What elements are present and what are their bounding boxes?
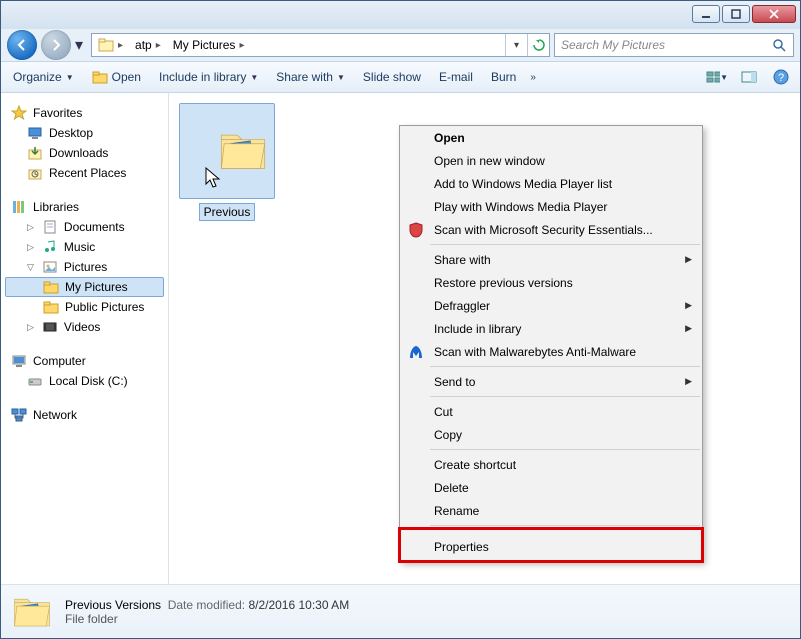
ctx-share-with[interactable]: Share with [400, 248, 702, 271]
sidebar-my-pictures[interactable]: My Pictures [5, 277, 164, 297]
network-header[interactable]: Network [5, 405, 164, 425]
music-icon [42, 239, 58, 255]
documents-icon [42, 219, 58, 235]
search-placeholder: Search My Pictures [561, 38, 665, 52]
details-mod-value: 8/2/2016 10:30 AM [248, 598, 349, 612]
maximize-button[interactable] [722, 5, 750, 23]
sidebar-pictures[interactable]: ▽Pictures [5, 257, 164, 277]
back-button[interactable] [7, 30, 37, 60]
folder-large-icon [179, 103, 275, 199]
content-pane[interactable]: Previous Open Open in new window Add to … [169, 93, 800, 584]
ctx-include-library[interactable]: Include in library [400, 317, 702, 340]
downloads-icon [27, 145, 43, 161]
sidebar-documents[interactable]: ▷Documents [5, 217, 164, 237]
search-input[interactable]: Search My Pictures [554, 33, 794, 57]
breadcrumb-seg[interactable]: atp [135, 38, 152, 52]
computer-header[interactable]: Computer [5, 351, 164, 371]
forward-button[interactable] [41, 30, 71, 60]
folder-item[interactable]: Previous [179, 103, 275, 221]
open-button[interactable]: Open [88, 66, 145, 88]
slideshow-button[interactable]: Slide show [359, 67, 425, 87]
libraries-icon [11, 199, 27, 215]
ctx-create-shortcut[interactable]: Create shortcut [400, 453, 702, 476]
sidebar-local-disk[interactable]: Local Disk (C:) [5, 371, 164, 391]
folder-icon [43, 279, 59, 295]
folder-icon [43, 299, 59, 315]
separator [430, 525, 700, 526]
ctx-open[interactable]: Open [400, 126, 702, 149]
nav-row: ▾ ▸ atp▸ My Pictures▸ ▾ Search My Pictur… [1, 29, 800, 61]
address-bar[interactable]: ▸ atp▸ My Pictures▸ ▾ [91, 33, 550, 57]
ctx-scan-mbam[interactable]: Scan with Malwarebytes Anti-Malware [400, 340, 702, 363]
malwarebytes-icon [406, 344, 426, 360]
close-button[interactable] [752, 5, 796, 23]
desktop-icon [27, 125, 43, 141]
recent-icon [27, 165, 43, 181]
email-button[interactable]: E-mail [435, 67, 477, 87]
sidebar-music[interactable]: ▷Music [5, 237, 164, 257]
address-dropdown[interactable]: ▾ [505, 34, 527, 56]
sidebar-recent[interactable]: Recent Places [5, 163, 164, 183]
help-button[interactable]: ? [770, 66, 792, 88]
ctx-cut[interactable]: Cut [400, 400, 702, 423]
folder-open-icon [92, 69, 108, 85]
pictures-icon [42, 259, 58, 275]
separator [430, 449, 700, 450]
sidebar-desktop[interactable]: Desktop [5, 123, 164, 143]
ctx-copy[interactable]: Copy [400, 423, 702, 446]
details-type: File folder [65, 612, 349, 626]
ctx-send-to[interactable]: Send to [400, 370, 702, 393]
refresh-button[interactable] [527, 34, 549, 56]
minimize-button[interactable] [692, 5, 720, 23]
ctx-open-new-window[interactable]: Open in new window [400, 149, 702, 172]
preview-pane-button[interactable] [738, 66, 760, 88]
ctx-play-wmp[interactable]: Play with Windows Media Player [400, 195, 702, 218]
shield-icon [406, 222, 426, 238]
details-mod-label: Date modified: [168, 598, 245, 612]
breadcrumb-seg[interactable]: My Pictures [173, 38, 236, 52]
burn-button[interactable]: Burn [487, 67, 520, 87]
ctx-delete[interactable]: Delete [400, 476, 702, 499]
computer-icon [11, 353, 27, 369]
details-thumb-icon [11, 591, 53, 633]
titlebar [1, 1, 800, 29]
sidebar-videos[interactable]: ▷Videos [5, 317, 164, 337]
ctx-rename[interactable]: Rename [400, 499, 702, 522]
folder-label: Previous [199, 203, 256, 221]
folder-icon [98, 37, 114, 53]
share-with-menu[interactable]: Share with [272, 67, 349, 87]
ctx-properties[interactable]: Properties [400, 529, 702, 561]
ctx-restore-versions[interactable]: Restore previous versions [400, 271, 702, 294]
ctx-defraggler[interactable]: Defraggler [400, 294, 702, 317]
disk-icon [27, 373, 43, 389]
explorer-window: ▾ ▸ atp▸ My Pictures▸ ▾ Search My Pictur… [1, 1, 800, 638]
network-icon [11, 407, 27, 423]
favorites-header[interactable]: Favorites [5, 103, 164, 123]
separator [430, 244, 700, 245]
ctx-add-wmp[interactable]: Add to Windows Media Player list [400, 172, 702, 195]
separator [430, 396, 700, 397]
separator [430, 366, 700, 367]
libraries-header[interactable]: Libraries [5, 197, 164, 217]
sidebar-public-pictures[interactable]: Public Pictures [5, 297, 164, 317]
include-library-menu[interactable]: Include in library [155, 67, 262, 87]
nav-pane: Favorites Desktop Downloads Recent Place… [1, 93, 169, 584]
sidebar-downloads[interactable]: Downloads [5, 143, 164, 163]
more-chevron-icon[interactable]: » [530, 72, 536, 83]
star-icon [11, 105, 27, 121]
explorer-body: Favorites Desktop Downloads Recent Place… [1, 93, 800, 584]
organize-menu[interactable]: Organize [9, 67, 78, 87]
videos-icon [42, 319, 58, 335]
history-dropdown[interactable]: ▾ [75, 35, 87, 55]
svg-text:?: ? [778, 72, 784, 84]
context-menu: Open Open in new window Add to Windows M… [399, 125, 703, 562]
view-options-button[interactable]: ▼ [706, 66, 728, 88]
details-name: Previous Versions [65, 598, 161, 612]
search-icon [771, 37, 787, 53]
toolbar: Organize Open Include in library Share w… [1, 61, 800, 93]
ctx-scan-mse[interactable]: Scan with Microsoft Security Essentials.… [400, 218, 702, 241]
details-pane: Previous Versions Date modified: 8/2/201… [1, 584, 800, 638]
